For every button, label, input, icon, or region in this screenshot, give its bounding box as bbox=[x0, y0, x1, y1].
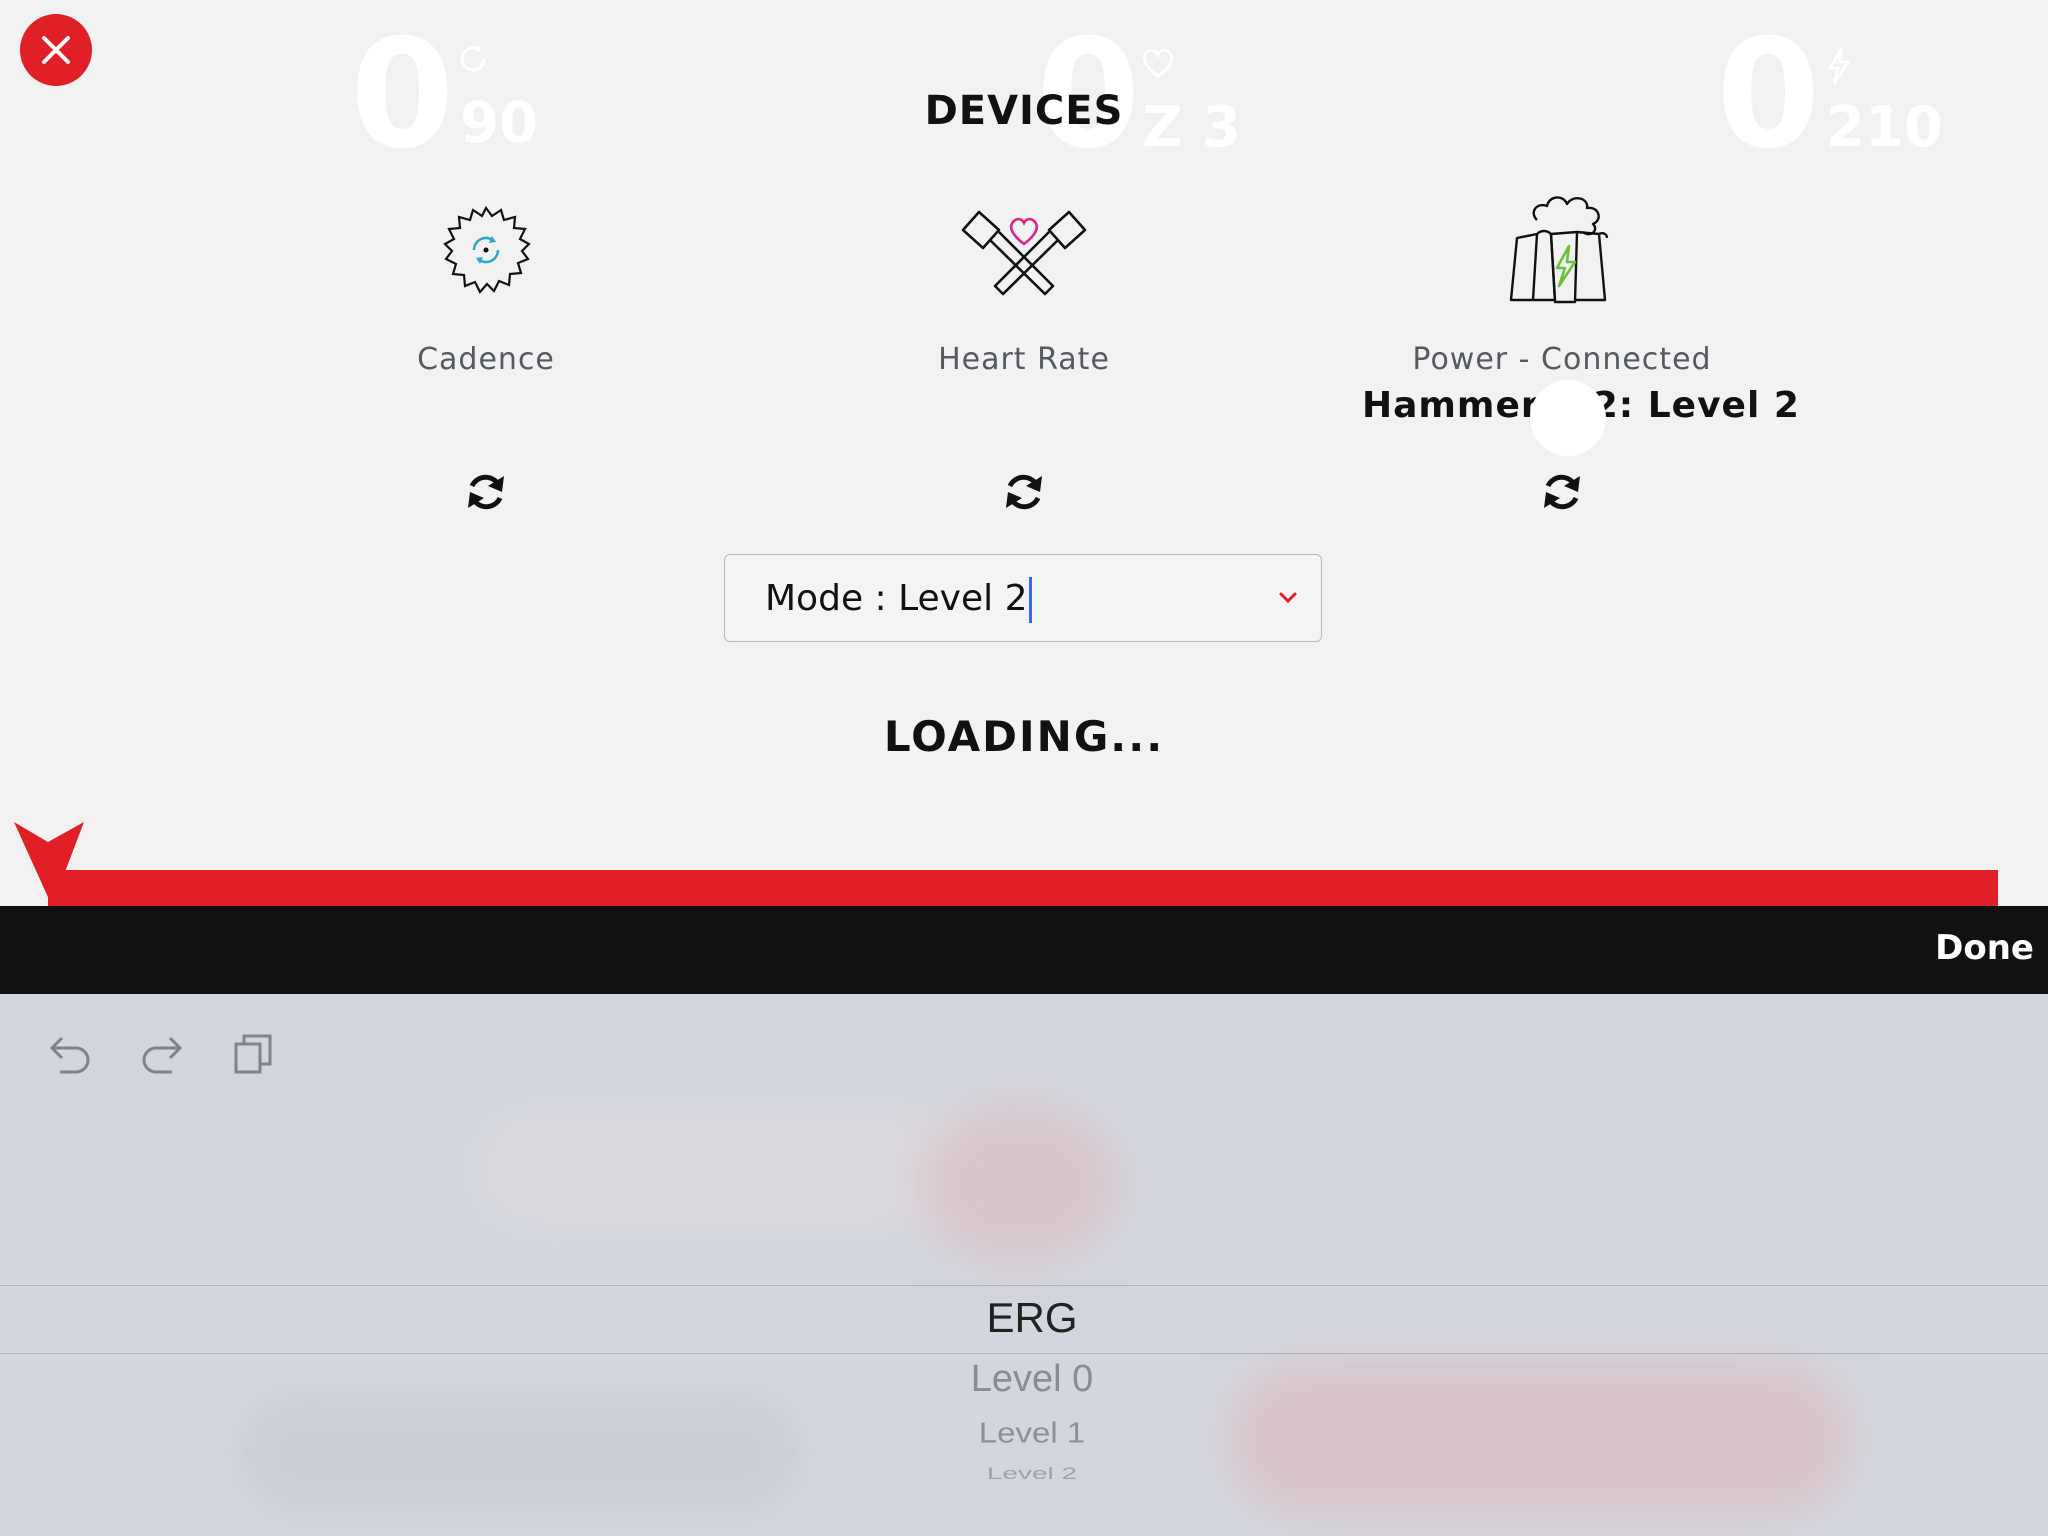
undo-icon[interactable] bbox=[46, 1030, 94, 1078]
picker-item[interactable]: Level 0 bbox=[0, 1358, 2048, 1401]
crossed-hammers-heart-icon bbox=[961, 210, 1087, 296]
device-cadence: Cadence bbox=[286, 170, 686, 385]
done-button[interactable]: Done bbox=[1935, 928, 2034, 968]
refresh-cadence-icon[interactable] bbox=[464, 470, 508, 514]
blurred-background bbox=[240, 1394, 800, 1514]
loading-status: LOADING... bbox=[883, 712, 1165, 761]
close-button[interactable] bbox=[20, 14, 92, 86]
keyboard-accessory-bar: Done bbox=[0, 906, 2048, 994]
text-cursor bbox=[1029, 577, 1033, 623]
close-icon bbox=[42, 36, 70, 64]
bg-heart-icon bbox=[1142, 48, 1174, 78]
page-title: DEVICES bbox=[924, 88, 1124, 134]
saw-blade-icon bbox=[443, 205, 531, 294]
picker-item[interactable]: Level 1 bbox=[0, 1416, 2048, 1449]
device-heart-rate: Heart Rate bbox=[824, 170, 1224, 385]
progress-bar bbox=[48, 870, 1998, 906]
device-label: Power - Connected bbox=[1412, 342, 1712, 377]
mode-select[interactable]: Mode : Level 2 bbox=[724, 554, 1322, 642]
picker-selection-bottom bbox=[0, 1353, 2048, 1354]
blurred-background bbox=[920, 1104, 1120, 1264]
picker-selection-top bbox=[0, 1285, 2048, 1286]
redo-icon[interactable] bbox=[138, 1030, 186, 1078]
power-plant-icon bbox=[1509, 196, 1609, 304]
bg-cadence-icon bbox=[460, 46, 486, 72]
refresh-heart-rate-icon[interactable] bbox=[1002, 470, 1046, 514]
bg-bolt-icon bbox=[1827, 47, 1851, 85]
picker-item[interactable]: Level 2 bbox=[0, 1464, 2048, 1482]
chevron-down-icon bbox=[1279, 592, 1297, 604]
device-label: Heart Rate bbox=[938, 342, 1110, 377]
picker-panel: ERG Level 0 Level 1 Level 2 bbox=[0, 994, 2048, 1536]
device-label: Cadence bbox=[417, 342, 555, 377]
refresh-power-icon[interactable] bbox=[1540, 470, 1584, 514]
mode-select-value: Mode : Level 2 bbox=[765, 578, 1028, 619]
picker-item-selected[interactable]: ERG bbox=[0, 1294, 2048, 1342]
touch-indicator bbox=[1530, 380, 1606, 456]
paste-icon[interactable] bbox=[230, 1030, 278, 1078]
